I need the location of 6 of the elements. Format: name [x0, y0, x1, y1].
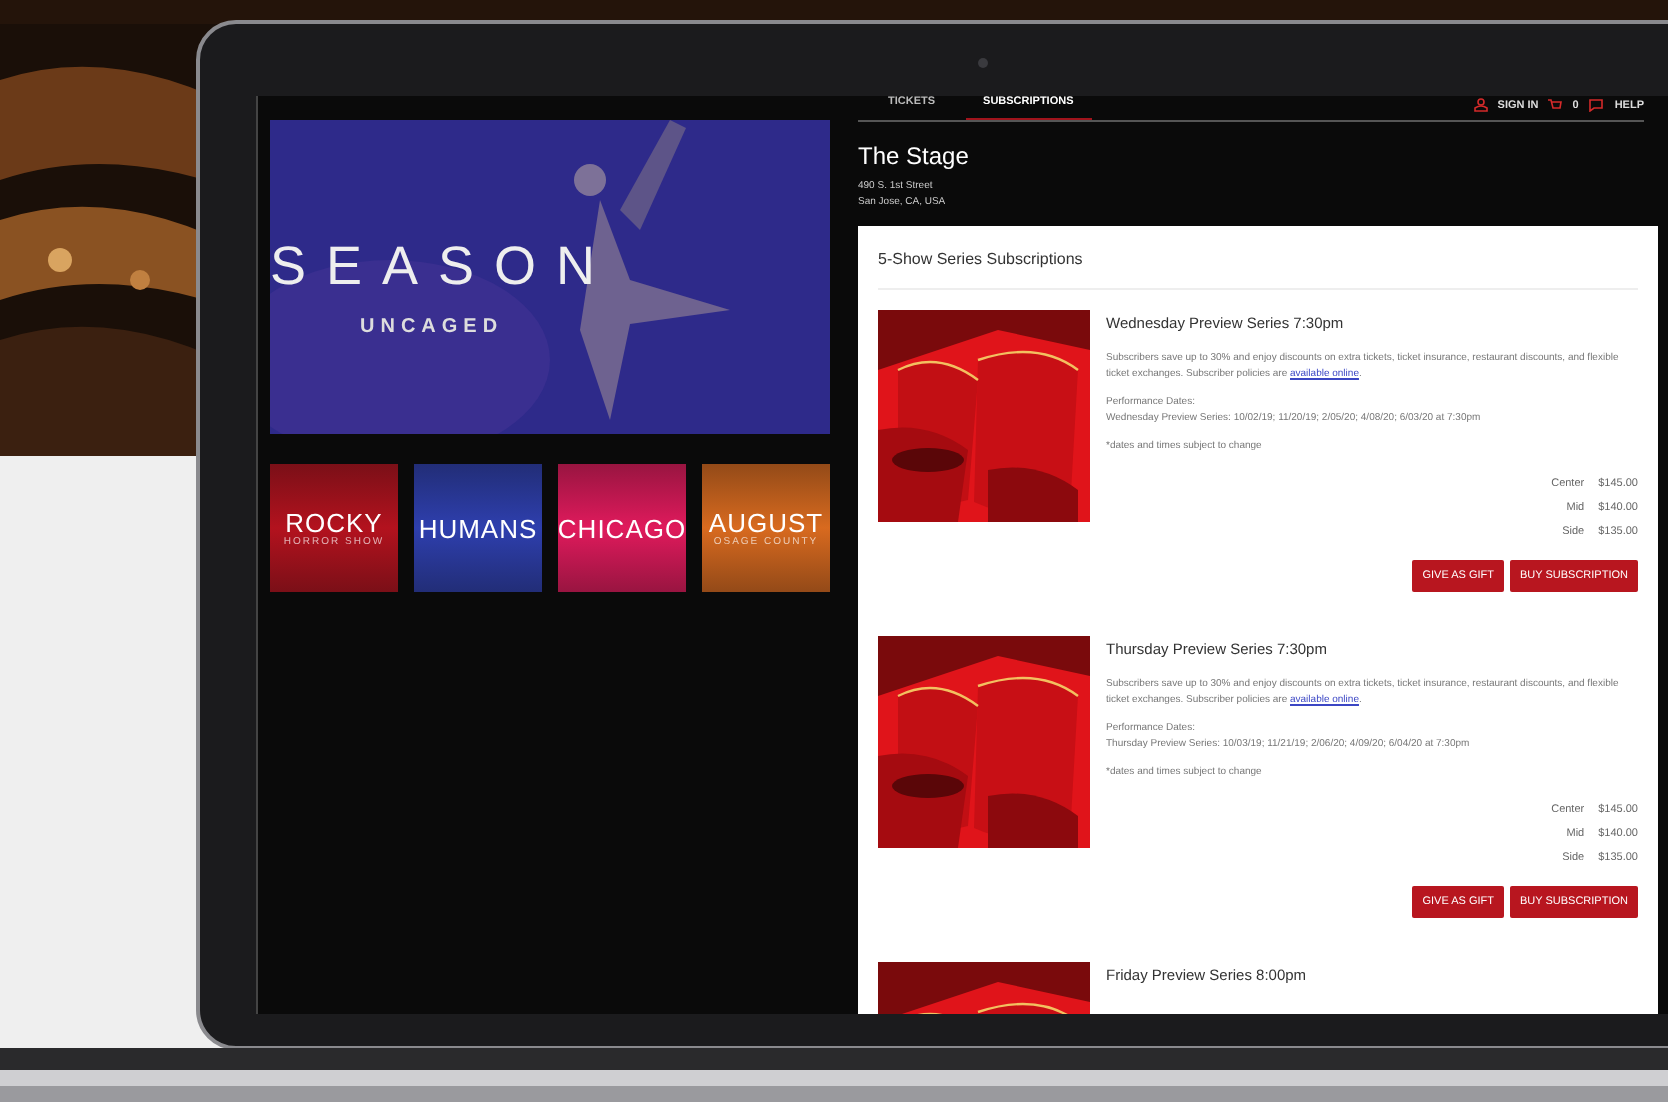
show-tile[interactable]: HUMANS [414, 464, 542, 592]
show-title: HUMANS [418, 515, 538, 541]
show-title: ROCKY [285, 509, 383, 535]
show-title: CHICAGO [557, 515, 687, 541]
show-title: AUGUST [708, 509, 824, 535]
show-tile[interactable]: CHICAGO [558, 464, 686, 592]
